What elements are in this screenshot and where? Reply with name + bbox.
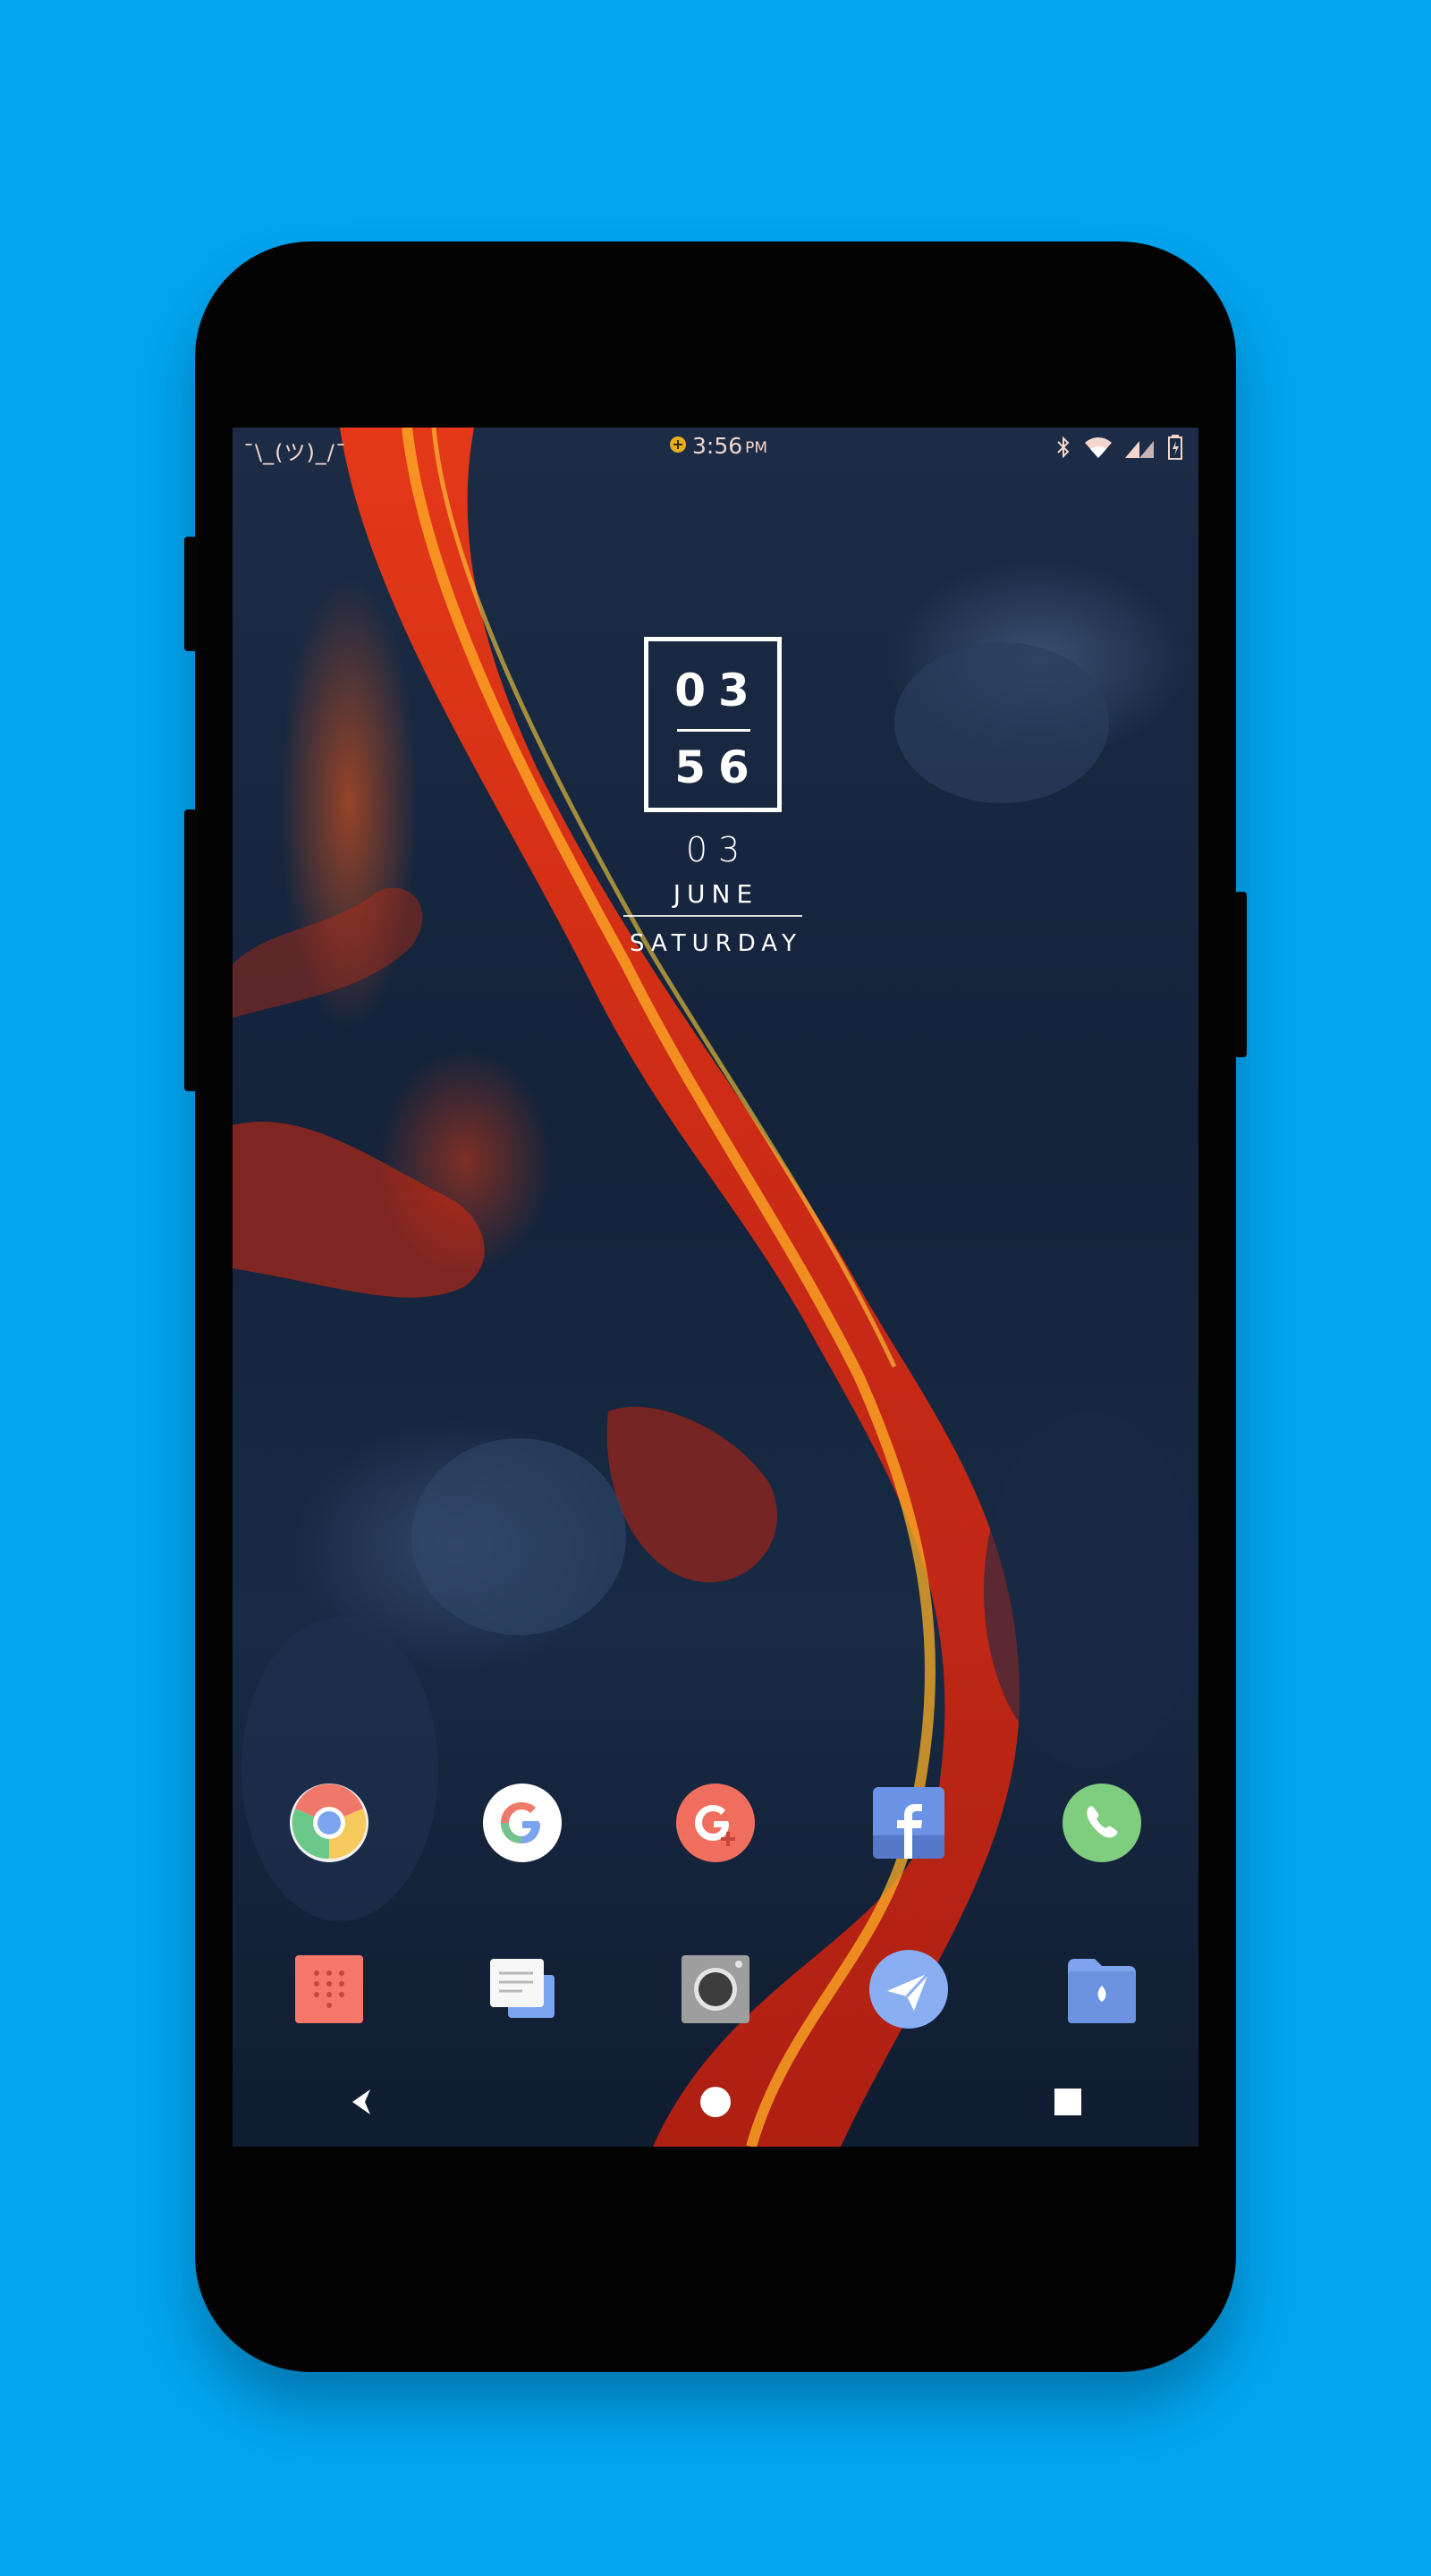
date-day: 03	[685, 830, 751, 869]
chrome-icon[interactable]	[288, 1782, 370, 1864]
facebook-icon[interactable]	[868, 1782, 950, 1864]
cell-signal-icon	[1125, 436, 1156, 462]
dialer-icon[interactable]	[288, 1948, 370, 2030]
home-screen: ¯\_(ツ)_/¯ 3:56 PM 03 56 03 JUNE SATURDAY	[233, 428, 1198, 2147]
battery-icon	[1168, 435, 1182, 463]
clock-divider	[677, 729, 750, 732]
google-plus-icon[interactable]	[674, 1782, 757, 1864]
wifi-icon	[1084, 436, 1113, 462]
camera-icon[interactable]	[674, 1948, 757, 2030]
status-bar: ¯\_(ツ)_/¯ 3:56 PM	[233, 428, 1198, 469]
recents-button[interactable]	[1041, 2075, 1095, 2129]
google-icon[interactable]	[481, 1782, 563, 1864]
date-weekday: SATURDAY	[630, 930, 802, 957]
back-button[interactable]	[336, 2075, 390, 2129]
status-ampm: PM	[745, 438, 768, 457]
notification-icon	[669, 436, 687, 457]
clock-widget[interactable]: 03 56	[644, 637, 782, 812]
messages-icon[interactable]	[481, 1948, 563, 2030]
files-icon[interactable]	[1061, 1948, 1143, 2030]
clock-hours: 03	[674, 665, 762, 716]
bluetooth-icon	[1055, 436, 1071, 462]
date-divider	[623, 915, 802, 917]
whatsapp-icon[interactable]	[1061, 1782, 1143, 1864]
clock-minutes: 56	[674, 741, 762, 793]
date-month: JUNE	[673, 879, 759, 909]
home-icon	[700, 2087, 731, 2117]
volume-up-button	[184, 537, 197, 651]
power-button	[1234, 892, 1247, 1057]
volume-down-button	[184, 809, 197, 1091]
status-time: 3:56	[692, 433, 743, 459]
home-button[interactable]	[689, 2075, 742, 2129]
recents-icon	[1054, 2089, 1081, 2115]
back-icon	[352, 2089, 370, 2114]
telegram-icon[interactable]	[868, 1948, 950, 2030]
status-custom-text: ¯\_(ツ)_/¯	[243, 440, 347, 465]
